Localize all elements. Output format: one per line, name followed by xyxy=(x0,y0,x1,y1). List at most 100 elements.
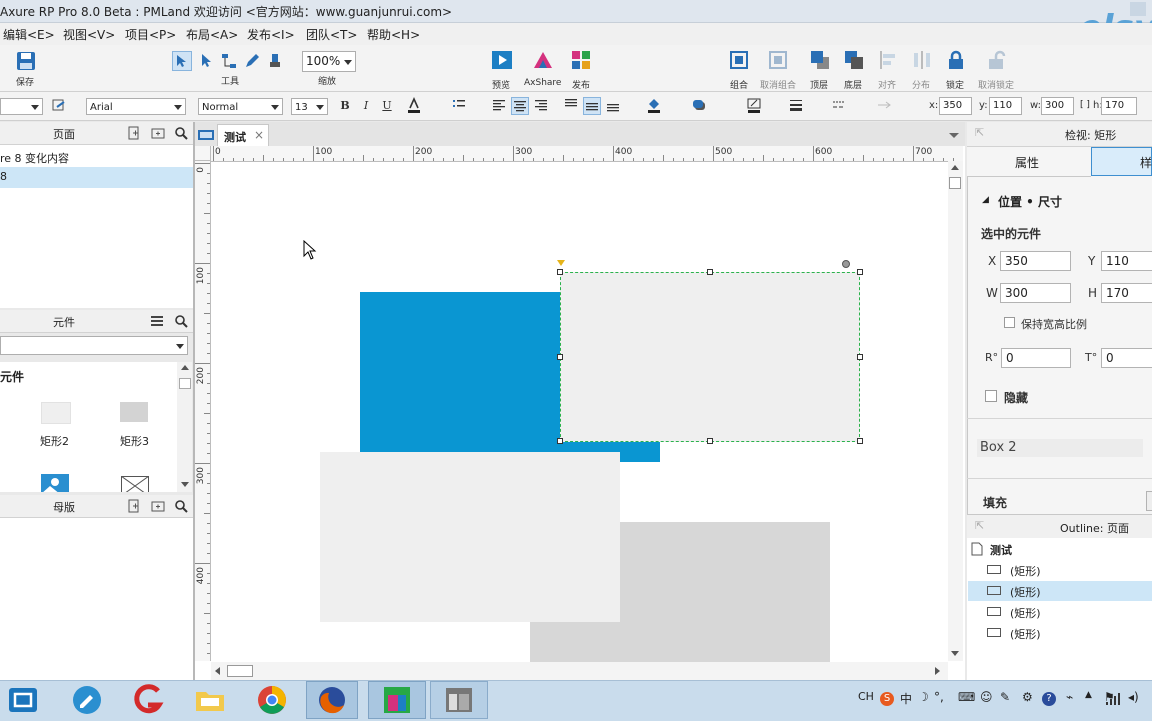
selected-rectangle[interactable] xyxy=(560,272,860,442)
resize-handle-s[interactable] xyxy=(707,438,713,444)
moon-icon[interactable]: ☽ xyxy=(918,690,929,704)
font-color-button[interactable] xyxy=(405,97,423,115)
ime-indicator[interactable]: CH xyxy=(858,690,874,703)
outline-item[interactable]: (矩形) xyxy=(968,560,1152,580)
lock-button[interactable]: 锁定 xyxy=(944,49,968,91)
underline-button[interactable]: U xyxy=(378,97,396,115)
line-width-button[interactable] xyxy=(787,97,805,115)
tab-test[interactable]: 测试 × xyxy=(217,124,269,147)
collapse-arrow-icon[interactable]: ⇱ xyxy=(975,126,984,139)
corner-radius-handle[interactable] xyxy=(557,260,565,266)
rotation-input[interactable]: 0 xyxy=(1001,348,1071,368)
taskbar-chrome[interactable] xyxy=(255,683,289,717)
x-input[interactable]: 350 xyxy=(939,97,972,115)
inspector-x-input[interactable]: 350 xyxy=(1000,251,1071,271)
scroll-thumb[interactable] xyxy=(227,665,253,677)
search-icon[interactable] xyxy=(174,314,188,328)
add-folder-icon[interactable] xyxy=(151,499,165,513)
hidden-checkbox[interactable] xyxy=(985,390,997,402)
resize-handle-sw[interactable] xyxy=(557,438,563,444)
usb-icon[interactable]: ⌁ xyxy=(1066,690,1073,704)
scroll-right-arrow[interactable] xyxy=(935,667,940,675)
widget-rect2[interactable]: 矩形2 xyxy=(38,402,74,448)
unlock-button[interactable]: 取消锁定 xyxy=(976,49,1016,91)
outline-item[interactable]: (矩形) xyxy=(968,602,1152,622)
taskbar-start-button[interactable] xyxy=(6,683,40,717)
menu-layout[interactable]: 布局<A> xyxy=(186,26,238,43)
settings-icon[interactable]: ⚙ xyxy=(1022,690,1033,704)
rotate-handle[interactable] xyxy=(842,260,850,268)
align-center-button[interactable] xyxy=(511,97,529,115)
input-mode-zh[interactable]: 中 xyxy=(900,690,912,707)
align-right-button[interactable] xyxy=(532,97,550,115)
resize-handle-se[interactable] xyxy=(857,438,863,444)
volume-icon[interactable]: ◂) xyxy=(1128,690,1139,704)
align-left-button[interactable] xyxy=(490,97,508,115)
group-button[interactable]: 组合 xyxy=(728,49,750,91)
pen-icon[interactable] xyxy=(244,53,260,69)
select-contain-icon[interactable] xyxy=(199,53,215,69)
ungroup-button[interactable]: 取消组合 xyxy=(760,49,800,91)
widget-rect3[interactable]: 矩形3 xyxy=(118,402,154,448)
scroll-up-arrow[interactable] xyxy=(181,365,189,370)
align-button[interactable]: 对齐 xyxy=(876,49,900,91)
menu-view[interactable]: 视图<V> xyxy=(63,26,115,43)
send-back-button[interactable]: 底层 xyxy=(842,49,866,91)
menu-help[interactable]: 帮助<H> xyxy=(367,26,420,43)
taskbar-app-g[interactable] xyxy=(130,683,164,717)
taskbar-axure-window[interactable] xyxy=(430,681,488,719)
widget-library-select[interactable] xyxy=(0,336,188,355)
scroll-left-arrow[interactable] xyxy=(215,667,220,675)
line-style-button[interactable] xyxy=(830,97,848,115)
user-icon[interactable]: ☺ xyxy=(980,690,993,704)
add-master-icon[interactable] xyxy=(127,499,141,513)
taskbar-axure-active[interactable] xyxy=(368,681,426,719)
valign-middle-button[interactable] xyxy=(583,97,601,115)
keep-ratio-checkbox[interactable] xyxy=(1004,317,1015,328)
inspector-h-input[interactable]: 170 xyxy=(1101,283,1152,303)
page-item[interactable]: re 8 变化内容 xyxy=(0,147,193,167)
add-page-icon[interactable] xyxy=(127,126,141,140)
outline-root[interactable]: 测试 xyxy=(968,539,1152,559)
widget-scrollbar[interactable] xyxy=(177,362,192,492)
search-icon[interactable] xyxy=(174,126,188,140)
line-color-button[interactable] xyxy=(745,97,763,115)
sitemap-icon[interactable] xyxy=(198,128,214,142)
scroll-down-arrow[interactable] xyxy=(951,651,959,656)
signal-icon[interactable] xyxy=(1106,693,1120,705)
scroll-up-arrow[interactable] xyxy=(951,165,959,170)
italic-button[interactable]: I xyxy=(357,97,375,115)
valign-top-button[interactable] xyxy=(562,97,580,115)
resize-handle-n[interactable] xyxy=(707,269,713,275)
keyboard-icon[interactable]: ⌨ xyxy=(958,690,975,704)
bullet-list-button[interactable] xyxy=(450,97,468,115)
sogou-icon[interactable]: S xyxy=(880,692,894,706)
collapse-arrow-icon[interactable]: ⇱ xyxy=(975,519,984,532)
position-size-section[interactable]: ◢ 位置 • 尺寸 xyxy=(980,192,1150,210)
fill-color-swatch[interactable] xyxy=(1146,491,1152,511)
page-item-selected[interactable]: 8 xyxy=(0,167,193,188)
outline-item[interactable]: (矩形) xyxy=(968,623,1152,643)
preview-button[interactable]: 预览 xyxy=(490,49,516,91)
page-style-select[interactable] xyxy=(0,98,43,115)
tab-properties[interactable]: 属性 xyxy=(967,147,1091,177)
axshare-button[interactable]: AxShare xyxy=(524,49,562,89)
menu-team[interactable]: 团队<T> xyxy=(306,26,357,43)
taskbar-file-explorer[interactable] xyxy=(193,683,227,717)
light-rectangle[interactable] xyxy=(320,452,620,622)
inspector-y-input[interactable]: 110 xyxy=(1101,251,1152,271)
resize-handle-w[interactable] xyxy=(557,354,563,360)
font-style-select[interactable]: Normal xyxy=(198,98,283,115)
taskbar-notes-app[interactable] xyxy=(70,683,104,717)
zoom-select[interactable]: 100% xyxy=(302,51,356,72)
image-widget-icon[interactable] xyxy=(41,474,69,492)
font-family-select[interactable]: Arial xyxy=(86,98,186,115)
distribute-button[interactable]: 分布 xyxy=(910,49,934,91)
fill-color-button[interactable] xyxy=(645,97,663,115)
scroll-thumb[interactable] xyxy=(949,177,961,189)
scroll-down-arrow[interactable] xyxy=(181,482,189,487)
scroll-thumb[interactable] xyxy=(179,378,191,389)
add-folder-icon[interactable] xyxy=(151,126,165,140)
y-input[interactable]: 110 xyxy=(989,97,1022,115)
wrench-icon[interactable]: ✎ xyxy=(1000,690,1010,704)
